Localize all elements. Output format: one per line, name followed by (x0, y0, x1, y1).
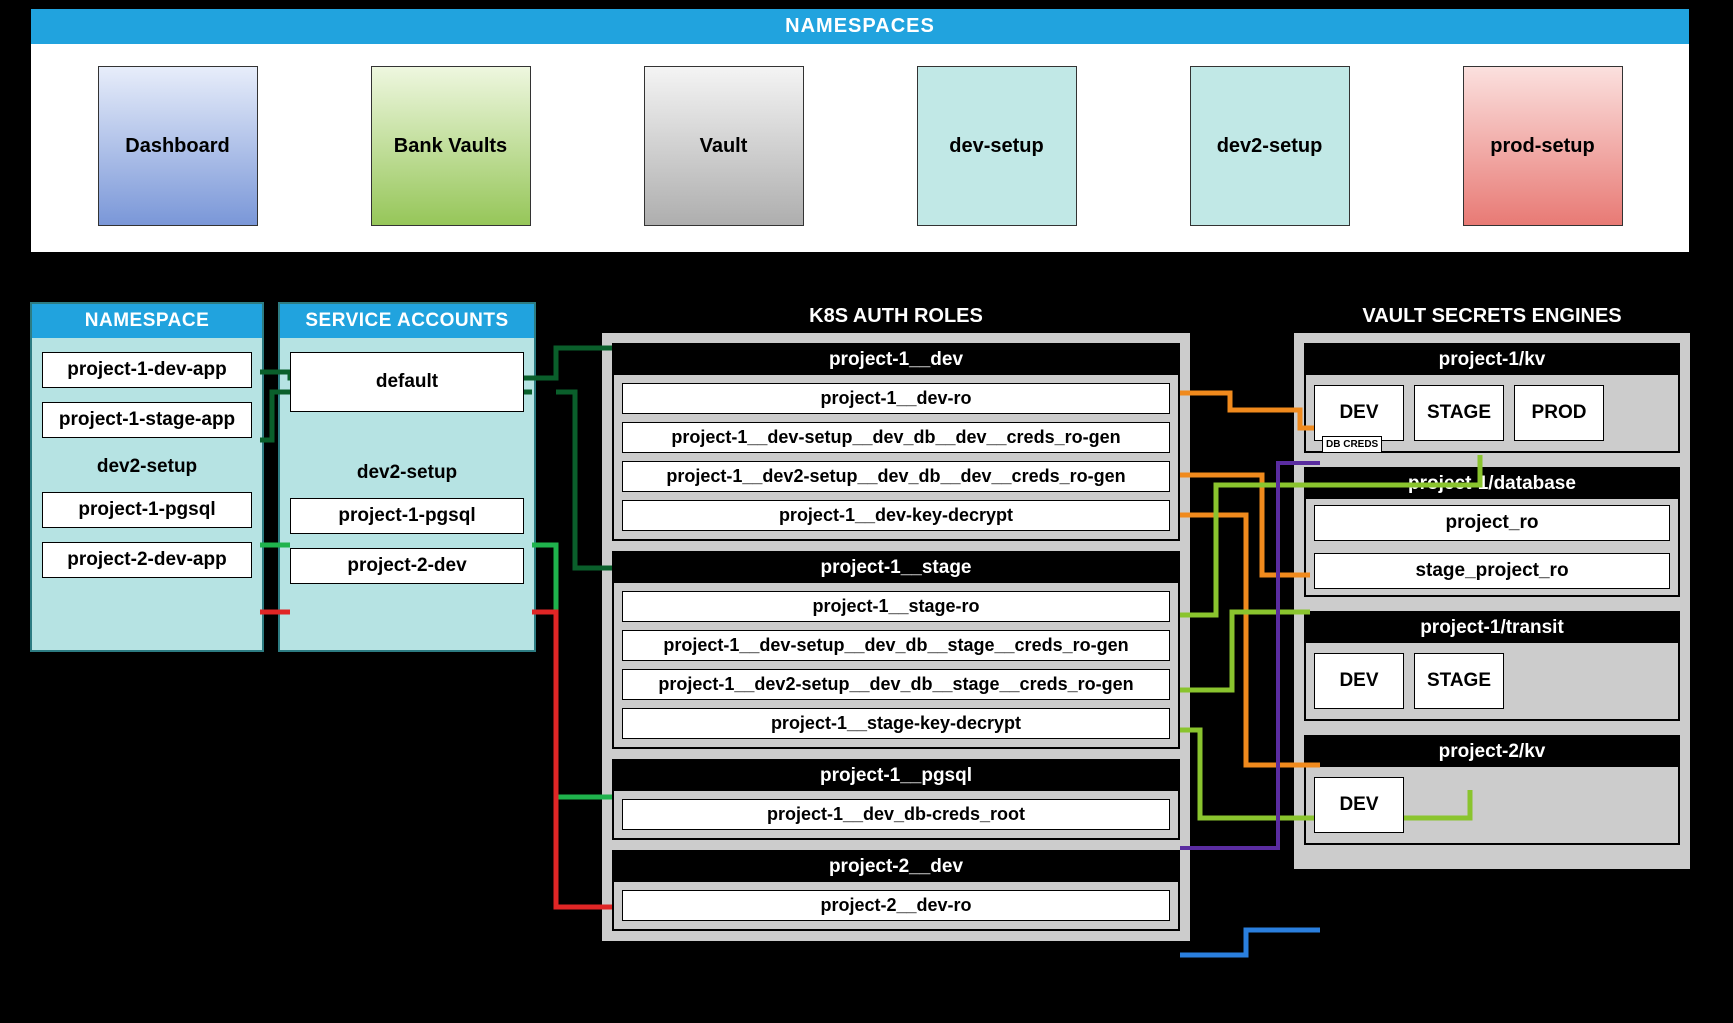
namespace-box: Bank Vaults (371, 66, 531, 226)
engine-cell: project_ro (1314, 505, 1670, 541)
auth-role-group: project-1__stage project-1__stage-roproje… (612, 551, 1180, 749)
engines-panel: VAULT SECRETS ENGINES project-1/kvDEVSTA… (1292, 298, 1692, 871)
engine-group-title: project-1/database (1306, 469, 1678, 499)
auth-role-group: project-1__pgsql project-1__dev_db-creds_… (612, 759, 1180, 840)
auth-role-item: project-1__dev2-setup__dev_db__dev__cred… (622, 461, 1170, 492)
namespace-box: dev2-setup (1190, 66, 1350, 226)
engine-groups: project-1/kvDEVSTAGEPRODproject-1/databa… (1294, 343, 1690, 845)
service-account-items: default (280, 352, 534, 412)
engine-cell: PROD (1514, 385, 1604, 441)
namespace-column: NAMESPACE project-1-dev-app project-1-sta… (30, 302, 264, 652)
namespace-entry: project-1-pgsql (42, 492, 252, 528)
db-creds-badge: DB CREDS (1322, 436, 1382, 453)
namespace-entry: project-1-dev-app (42, 352, 252, 388)
engine-row: DEV (1306, 767, 1678, 843)
auth-roles-panel: K8S AUTH ROLES project-1__devproject-1__… (600, 298, 1192, 943)
auth-role-group: project-2__dev project-2__dev-ro (612, 850, 1180, 931)
connector-line (1180, 475, 1310, 575)
engine-cell: stage_project_ro (1314, 553, 1670, 589)
auth-role-group: project-1__dev project-1__dev-ro project-1… (612, 343, 1180, 541)
engine-cell: DEV (1314, 777, 1404, 833)
namespaces-row: Dashboard Bank Vaults Vault dev-setup dev2-s… (31, 44, 1689, 252)
service-accounts-sublabel: dev2-setup (290, 462, 524, 484)
engines-title: VAULT SECRETS ENGINES (1294, 300, 1690, 333)
auth-role-item: project-2__dev-ro (622, 890, 1170, 921)
namespace-items-2: project-1-pgsql project-2-dev-app (32, 492, 262, 578)
auth-role-item: project-1__dev-ro (622, 383, 1170, 414)
engine-group: project-2/kv DEV (1304, 735, 1680, 845)
connector-line (1180, 930, 1320, 955)
engine-group-title: project-1/transit (1306, 613, 1678, 643)
engine-group-title: project-1/kv (1306, 345, 1678, 375)
namespace-entry: project-2-dev-app (42, 542, 252, 578)
auth-role-group-title: project-2__dev (614, 852, 1178, 882)
engine-group-title: project-2/kv (1306, 737, 1678, 767)
engine-group: project-1/transitDEVSTAGE (1304, 611, 1680, 721)
service-accounts-column: SERVICE ACCOUNTS default dev2-setup proj… (278, 302, 536, 652)
auth-role-group-title: project-1__stage (614, 553, 1178, 583)
auth-role-item: project-1__dev2-setup__dev_db__stage__cr… (622, 669, 1170, 700)
engine-cell: DEV (1314, 385, 1404, 441)
auth-role-group-title: project-1__pgsql (614, 761, 1178, 791)
engine-cell: STAGE (1414, 385, 1504, 441)
auth-role-item: project-1__dev_db-creds_root (622, 799, 1170, 830)
engine-group: project-1/database project_ro stage_projec… (1304, 467, 1680, 597)
auth-role-item: project-1__stage-key-decrypt (622, 708, 1170, 739)
service-account-entry: default (290, 352, 524, 412)
auth-role-item: project-1__dev-setup__dev_db__stage__cre… (622, 630, 1170, 661)
service-account-entry: project-2-dev (290, 548, 524, 584)
auth-role-item: project-1__dev-key-decrypt (622, 500, 1170, 531)
auth-role-item: project-1__dev-setup__dev_db__dev__creds… (622, 422, 1170, 453)
service-account-entry: project-1-pgsql (290, 498, 524, 534)
namespace-sublabel: dev2-setup (42, 456, 252, 478)
namespace-box: dev-setup (917, 66, 1077, 226)
namespaces-panel: NAMESPACES Dashboard Bank Vaults Vault dev-… (30, 8, 1690, 253)
service-accounts-title: SERVICE ACCOUNTS (280, 304, 534, 338)
namespace-column-title: NAMESPACE (32, 304, 262, 338)
service-account-items-2: project-1-pgsql project-2-dev (280, 498, 534, 584)
auth-role-group-title: project-1__dev (614, 345, 1178, 375)
engine-row: DEVSTAGE (1306, 643, 1678, 719)
namespace-items: project-1-dev-app project-1-stage-app (32, 352, 262, 438)
namespace-entry: project-1-stage-app (42, 402, 252, 438)
engine-cell: DEV (1314, 653, 1404, 709)
auth-roles-title: K8S AUTH ROLES (602, 300, 1190, 333)
auth-role-item: project-1__stage-ro (622, 591, 1170, 622)
auth-role-groups: project-1__dev project-1__dev-ro project-1… (602, 343, 1190, 931)
connector-line (1180, 612, 1310, 690)
namespace-box: prod-setup (1463, 66, 1623, 226)
namespaces-title: NAMESPACES (31, 9, 1689, 44)
namespace-box: Dashboard (98, 66, 258, 226)
engine-cell: STAGE (1414, 653, 1504, 709)
namespace-box: Vault (644, 66, 804, 226)
